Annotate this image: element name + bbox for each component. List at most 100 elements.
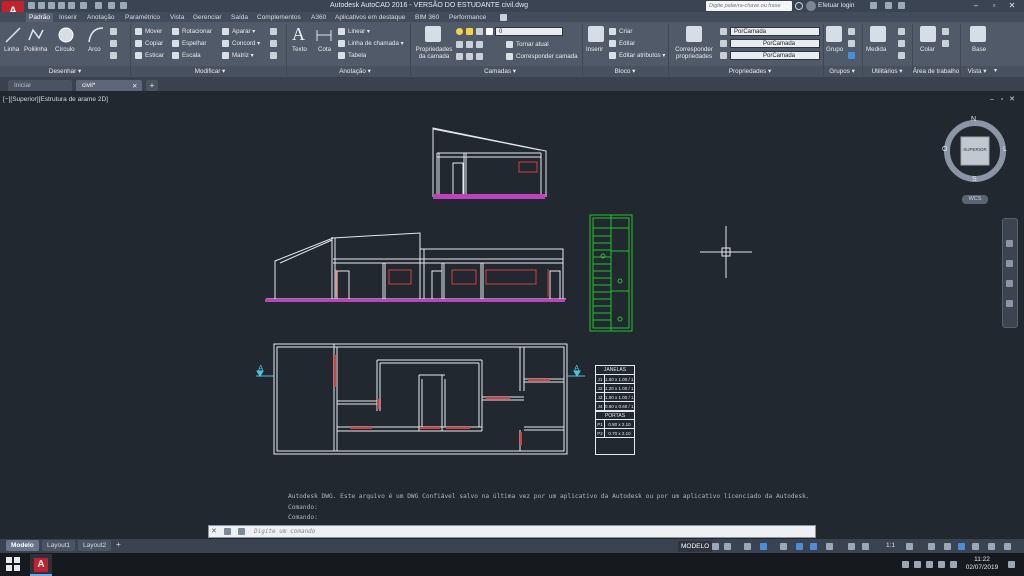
minimize-button[interactable]: – — [968, 0, 984, 12]
utility-tool-icon[interactable] — [898, 52, 905, 59]
scale-button[interactable]: Escala — [182, 52, 201, 59]
base-view-button[interactable]: Base — [972, 46, 986, 53]
panel-title-modify[interactable]: Modificar ▾ — [175, 67, 245, 76]
workspace-icon[interactable] — [108, 2, 115, 9]
add-layout-icon[interactable]: + — [116, 540, 121, 549]
panel-expand-icon[interactable]: ▾ — [994, 67, 997, 74]
tab-inserir[interactable]: Inserir — [56, 13, 80, 22]
object-snap-icon[interactable] — [810, 543, 817, 550]
group-button[interactable]: Grupo — [826, 46, 843, 53]
autocad-taskbar-button[interactable]: A — [30, 554, 52, 576]
isodraft-icon[interactable] — [780, 543, 787, 550]
customize-command-icon[interactable] — [224, 528, 231, 535]
start-tab[interactable]: Iniciar — [8, 80, 72, 91]
snap-icon[interactable] — [724, 543, 731, 550]
paste-button[interactable]: Colar — [920, 46, 935, 53]
table-button[interactable]: Tabela — [348, 52, 366, 59]
mirror-button[interactable]: Espelhar — [182, 40, 206, 47]
match-layer-button[interactable]: Corresponder camada — [516, 53, 578, 60]
utility-tool-icon[interactable] — [898, 28, 905, 35]
tab-bim360[interactable]: BIM 360 — [412, 13, 442, 22]
tab-anotacao[interactable]: Anotação — [84, 13, 117, 22]
object-snap-tracking-icon[interactable] — [796, 543, 803, 550]
tab-a360[interactable]: A360 — [308, 13, 329, 22]
linear-dropdown[interactable]: Linear ▾ — [348, 28, 370, 35]
layout-tab-layout1[interactable]: Layout1 — [42, 540, 76, 551]
viewcube-west[interactable]: O — [942, 146, 947, 153]
pan-icon[interactable] — [1006, 240, 1013, 247]
tab-gerenciar[interactable]: Gerenciar — [190, 13, 225, 22]
layer-tool-icon[interactable] — [466, 53, 473, 60]
polar-icon[interactable] — [760, 543, 767, 550]
hatch-tool-icon[interactable] — [110, 40, 117, 47]
user-icon[interactable] — [806, 1, 816, 11]
isolate-objects-icon[interactable] — [958, 543, 965, 550]
move-button[interactable]: Mover — [145, 28, 162, 35]
panel-title-clipboard[interactable]: Área de trabalho — [910, 67, 962, 76]
wcs-menu[interactable]: WCS — [962, 195, 988, 204]
offset-icon[interactable] — [270, 52, 277, 59]
fillet-button[interactable]: Concord ▾ — [232, 40, 260, 47]
dimension-button[interactable]: Cota — [318, 46, 331, 53]
copy-clip-icon[interactable] — [942, 40, 949, 47]
maximize-button[interactable]: ▫ — [986, 0, 1002, 12]
save-as-icon[interactable] — [58, 2, 65, 9]
viewcube-north[interactable]: N — [971, 116, 976, 123]
ribbon-toggle-icon[interactable] — [500, 14, 507, 21]
insert-block-button[interactable]: Inserir — [586, 46, 603, 53]
tray-icon[interactable] — [902, 561, 909, 568]
gradient-tool-icon[interactable] — [110, 52, 117, 59]
panel-title-draw[interactable]: Desenhar ▾ — [30, 67, 100, 76]
copy-button[interactable]: Copiar — [145, 40, 163, 47]
group-select-icon[interactable] — [848, 52, 855, 59]
viewcube-south[interactable]: S — [972, 176, 977, 183]
quick-access-dropdown-icon[interactable] — [120, 2, 127, 9]
leader-dropdown[interactable]: Linha de chamada ▾ — [348, 40, 404, 47]
make-current-button[interactable]: Tornar atual — [516, 41, 549, 48]
explode-icon[interactable] — [270, 40, 277, 47]
network-icon[interactable] — [926, 561, 933, 568]
login-link[interactable]: Efetuar login — [818, 2, 855, 9]
workspace-switch-icon[interactable] — [906, 543, 913, 550]
selection-cycling-icon[interactable] — [862, 543, 869, 550]
command-input[interactable]: Digite um comando — [254, 525, 315, 538]
layer-tool-icon[interactable] — [456, 41, 463, 48]
tab-saida[interactable]: Saída — [228, 13, 251, 22]
tab-complementos[interactable]: Complementos — [254, 13, 304, 22]
grid-icon[interactable] — [712, 543, 719, 550]
layer-dropdown[interactable]: 0 — [495, 27, 563, 36]
viewcube-face-label[interactable]: SUPERIOR — [961, 147, 989, 152]
close-command-icon[interactable]: ✕ — [211, 527, 217, 535]
arc-tool-button[interactable]: Arco — [88, 46, 101, 53]
array-button[interactable]: Matriz ▾ — [232, 52, 254, 59]
redo-icon[interactable] — [95, 2, 102, 9]
measure-button[interactable]: Medida — [866, 46, 886, 53]
volume-icon[interactable] — [938, 561, 945, 568]
layer-tool-icon[interactable] — [476, 41, 483, 48]
create-block-button[interactable]: Criar — [619, 28, 632, 35]
line-tool-button[interactable]: Linha — [4, 46, 19, 53]
cart-icon[interactable] — [870, 2, 877, 9]
lineweight-dropdown[interactable]: PorCamada — [730, 39, 820, 48]
utility-tool-icon[interactable] — [898, 40, 905, 47]
open-file-icon[interactable] — [38, 2, 45, 9]
polyline-tool-button[interactable]: Polilinha — [24, 46, 47, 53]
group-edit-icon[interactable] — [848, 40, 855, 47]
panel-title-layers[interactable]: Camadas ▾ — [465, 67, 535, 76]
showmotion-icon[interactable] — [1006, 300, 1013, 307]
model-space-button[interactable]: MODELO — [678, 541, 713, 552]
exchange-icon[interactable] — [885, 2, 892, 9]
customization-icon[interactable] — [1004, 543, 1011, 550]
ungroup-icon[interactable] — [848, 28, 855, 35]
notifications-icon[interactable] — [1008, 561, 1015, 568]
zoom-icon[interactable] — [1006, 260, 1013, 267]
transparency-icon[interactable] — [848, 543, 855, 550]
match-properties-button[interactable]: Corresponder propriedades — [672, 46, 716, 60]
print-icon[interactable] — [68, 2, 75, 9]
edit-attributes-button[interactable]: Editar atributos ▾ — [619, 52, 665, 59]
edit-block-button[interactable]: Editar — [619, 40, 635, 47]
panel-title-block[interactable]: Bloco ▾ — [595, 67, 655, 76]
cut-icon[interactable] — [942, 28, 949, 35]
close-tab-icon[interactable]: ✕ — [132, 82, 137, 90]
annotation-scale[interactable]: 1:1 — [886, 542, 895, 549]
